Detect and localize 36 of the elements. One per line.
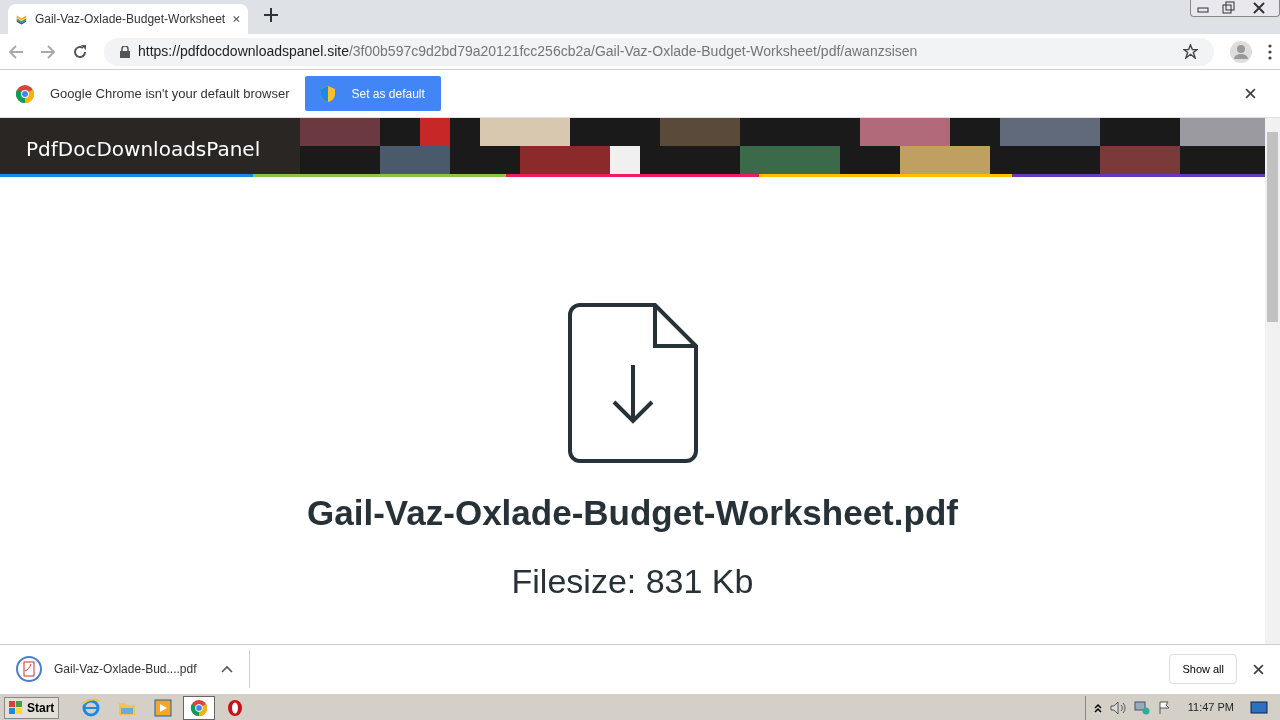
menu-icon[interactable] — [1268, 43, 1272, 60]
file-download-icon[interactable] — [567, 303, 698, 463]
network-icon[interactable] — [1133, 700, 1150, 715]
chevron-up-icon[interactable] — [1093, 702, 1102, 713]
chrome-logo-icon — [189, 697, 210, 718]
windows-logo-icon — [9, 700, 23, 715]
close-icon[interactable] — [1245, 88, 1256, 99]
close-icon[interactable] — [233, 14, 240, 24]
pdf-file-icon — [16, 656, 42, 682]
clock[interactable]: 11:47 PM — [1187, 699, 1234, 716]
speaker-icon[interactable] — [1109, 700, 1126, 715]
download-file-name[interactable]: Gail-Vaz-Oxlade-Bud....pdf — [54, 660, 197, 678]
close-icon[interactable] — [1253, 663, 1264, 675]
tab-title: Gail-Vaz-Oxlade-Budget-Worksheet — [34, 11, 226, 28]
star-icon[interactable] — [1183, 44, 1198, 59]
chevron-up-icon[interactable] — [220, 665, 233, 673]
infobar-message: Google Chrome isn't your default browser — [50, 84, 290, 103]
new-tab-icon[interactable] — [264, 8, 278, 22]
shield-icon — [321, 85, 336, 102]
profile-icon[interactable] — [1230, 40, 1252, 63]
file-name: Gail-Vaz-Oxlade-Budget-Worksheet.pdf — [307, 492, 958, 534]
chrome-logo-icon — [16, 84, 34, 103]
taskbar-button[interactable] — [183, 695, 216, 720]
scrollbar[interactable] — [1265, 118, 1280, 644]
reload-icon[interactable] — [72, 43, 88, 60]
set-as-default-button[interactable]: Set as default — [305, 76, 441, 111]
flag-icon[interactable] — [1157, 700, 1172, 715]
browser-tab[interactable]: Gail-Vaz-Oxlade-Budget-Worksheet — [8, 4, 248, 34]
monitor-icon[interactable] — [1250, 700, 1268, 715]
lock-icon — [120, 45, 130, 58]
ie-icon — [81, 697, 102, 718]
url-text: https://pdfdocdownloadspanel.site/3f00b597c9d2bd79a20121fcc256cb2a/Gail-Vaz-Oxlade-Budget-Worksheet/pdf/awanzsisen — [138, 42, 919, 61]
show-all-button[interactable]: Show all — [1169, 654, 1237, 684]
address-bar[interactable]: https://pdfdocdownloadspanel.site/3f00b597c9d2bd79a20121fcc256cb2a/Gail-Vaz-Oxlade-Budget-Worksheet/pdf/awanzsisen — [104, 37, 1214, 66]
file-size: Filesize: 831 Kb — [511, 560, 754, 602]
start-button[interactable]: Start — [4, 696, 60, 719]
